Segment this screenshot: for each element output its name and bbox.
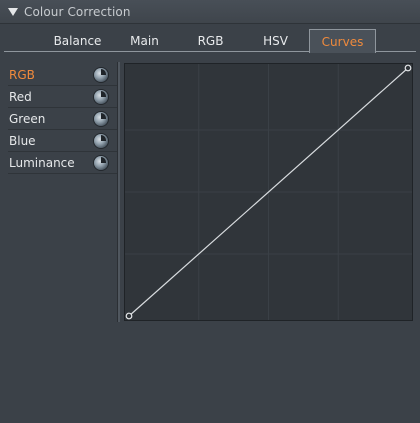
tab-bar: Balance Main RGB HSV Curves — [0, 28, 420, 53]
tab-curves[interactable]: Curves — [309, 29, 376, 53]
channel-item-blue[interactable]: Blue — [8, 130, 118, 152]
reset-dial-icon[interactable] — [94, 90, 108, 104]
curve-control-point[interactable] — [125, 312, 133, 320]
channel-item-red[interactable]: Red — [8, 86, 118, 108]
list-divider[interactable] — [117, 62, 120, 322]
channel-item-green[interactable]: Green — [8, 108, 118, 130]
reset-dial-icon[interactable] — [94, 156, 108, 170]
channel-list: RGB Red Green Blue Luminance — [8, 64, 118, 174]
panel-title: Colour Correction — [24, 4, 131, 19]
channel-item-luminance[interactable]: Luminance — [8, 152, 118, 174]
tab-rgb[interactable]: RGB — [177, 30, 244, 52]
channel-label: Green — [9, 111, 46, 126]
tab-main[interactable]: Main — [111, 30, 178, 52]
collapse-triangle-icon[interactable] — [8, 8, 18, 16]
channel-label: Blue — [9, 133, 36, 148]
reset-dial-icon[interactable] — [94, 68, 108, 82]
reset-dial-icon[interactable] — [94, 112, 108, 126]
colour-correction-panel: Colour Correction Balance Main RGB HSV C… — [0, 0, 420, 423]
panel-title-bar[interactable]: Colour Correction — [0, 0, 420, 24]
channel-label: Luminance — [9, 155, 75, 170]
channel-label: RGB — [9, 67, 35, 82]
tab-hsv[interactable]: HSV — [242, 30, 309, 52]
channel-item-rgb[interactable]: RGB — [8, 64, 118, 86]
tab-balance[interactable]: Balance — [44, 30, 111, 52]
reset-dial-icon[interactable] — [94, 134, 108, 148]
channel-label: Red — [9, 89, 32, 104]
curve-editor[interactable] — [124, 63, 413, 321]
curve-canvas[interactable] — [125, 64, 412, 320]
curve-control-point[interactable] — [404, 64, 412, 72]
